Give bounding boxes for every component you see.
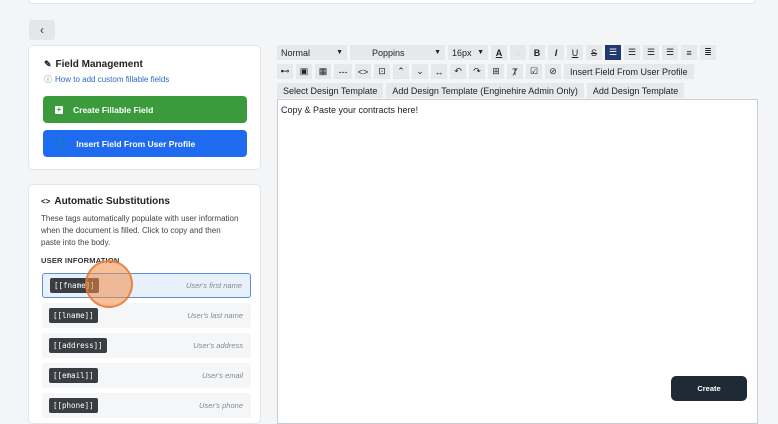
- tag-row-email[interactable]: [[email]] User's email: [42, 363, 251, 388]
- help-link-label: How to add custom fillable fields: [55, 75, 170, 84]
- chevron-left-icon: ‹: [40, 23, 44, 37]
- fullscreen-icon[interactable]: ⊡: [374, 64, 390, 79]
- tag-hint: User's address: [193, 341, 243, 350]
- superscript-icon[interactable]: ⌃: [393, 64, 409, 79]
- subscript-icon[interactable]: ⌄: [412, 64, 428, 79]
- numbered-list-icon[interactable]: ≣: [700, 45, 716, 60]
- remove-icon[interactable]: ⊘: [545, 64, 561, 79]
- tag-row-address[interactable]: [[address]] User's address: [42, 333, 251, 358]
- bold-icon[interactable]: B: [529, 45, 545, 60]
- table-icon[interactable]: ▦: [315, 64, 331, 79]
- field-management-title: Field Management: [55, 59, 143, 70]
- help-circle-icon: ⓘ: [44, 75, 52, 84]
- insert-field-label: Insert Field From User Profile: [76, 138, 196, 149]
- top-bar: [28, 0, 756, 4]
- image-icon[interactable]: ▣: [296, 64, 312, 79]
- user-icon: 👤: [55, 138, 67, 148]
- block-format-select[interactable]: Normal ▼: [277, 45, 347, 60]
- clear-format-icon[interactable]: Ⱦ: [507, 64, 523, 79]
- font-size-select[interactable]: 16px ▼: [448, 45, 488, 60]
- insert-field-from-profile-menu[interactable]: Insert Field From User Profile: [564, 64, 694, 79]
- horizontal-rule-icon[interactable]: ---: [334, 64, 352, 79]
- tag-code: [[lname]]: [49, 308, 98, 323]
- create-fillable-field-button[interactable]: + Create Fillable Field: [43, 96, 247, 123]
- line-height-icon[interactable]: ↔: [431, 64, 447, 79]
- code-view-icon[interactable]: <>: [355, 64, 371, 79]
- editor-toolbar: Normal ▼ Poppins ▼ 16px ▼ A ◌ B I U S ☰ …: [277, 44, 757, 101]
- substitutions-title: Automatic Substitutions: [54, 196, 170, 207]
- highlight-icon[interactable]: ◌: [510, 45, 526, 60]
- caret-down-icon: ▼: [434, 49, 441, 56]
- substitutions-header: <> Automatic Substitutions: [41, 196, 241, 207]
- create-fillable-field-label: Create Fillable Field: [73, 104, 154, 115]
- tag-hint: User's first name: [185, 281, 242, 290]
- editor-body-text: Copy & Paste your contracts here!: [281, 105, 419, 115]
- undo-icon[interactable]: ↶: [450, 64, 466, 79]
- automatic-substitutions-card: <> Automatic Substitutions These tags au…: [28, 184, 261, 424]
- italic-icon[interactable]: I: [548, 45, 564, 60]
- select-all-icon[interactable]: ⊞: [488, 64, 504, 79]
- tag-hint: User's last name: [187, 311, 243, 320]
- align-right-icon[interactable]: ☰: [643, 45, 659, 60]
- font-family-select[interactable]: Poppins ▼: [350, 45, 445, 60]
- create-button[interactable]: Create: [671, 376, 747, 401]
- substitutions-description: These tags automatically populate with u…: [41, 214, 239, 247]
- select-design-template-button[interactable]: Select Design Template: [277, 83, 384, 98]
- caret-down-icon: ▼: [336, 49, 343, 56]
- font-size-value: 16px: [452, 47, 472, 58]
- help-link[interactable]: ⓘ How to add custom fillable fields: [44, 74, 169, 85]
- tag-row-phone[interactable]: [[phone]] User's phone: [42, 393, 251, 418]
- insert-field-from-profile-button[interactable]: 👤 Insert Field From User Profile: [43, 130, 247, 157]
- plus-square-icon: +: [55, 104, 63, 114]
- underline-icon[interactable]: U: [567, 45, 583, 60]
- tag-hint: User's phone: [199, 401, 243, 410]
- font-family-value: Poppins: [372, 47, 405, 58]
- tag-row-lname[interactable]: [[lname]] User's last name: [42, 303, 251, 328]
- tag-hint: User's email: [201, 371, 243, 380]
- code-icon: <>: [41, 197, 51, 206]
- field-management-card: ✎ Field Management ⓘ How to add custom f…: [28, 45, 261, 170]
- add-design-template-button[interactable]: Add Design Template: [586, 83, 685, 98]
- align-center-icon[interactable]: ☰: [624, 45, 640, 60]
- bullet-list-icon[interactable]: ≡: [681, 45, 697, 60]
- user-information-label: USER INFORMATION: [41, 256, 120, 265]
- align-left-icon[interactable]: ☰: [605, 45, 621, 60]
- caret-down-icon: ▼: [477, 49, 484, 56]
- back-button[interactable]: ‹: [29, 20, 55, 40]
- tag-code: [[phone]]: [49, 398, 98, 413]
- link-icon[interactable]: ⊷: [277, 64, 293, 79]
- toolbar-row-1: Normal ▼ Poppins ▼ 16px ▼ A ◌ B I U S ☰ …: [277, 44, 757, 61]
- add-design-template-admin-button[interactable]: Add Design Template (Enginehire Admin On…: [386, 83, 584, 98]
- tag-row-fname[interactable]: [[fname]] User's first name: [42, 273, 251, 298]
- strikethrough-icon[interactable]: S: [586, 45, 602, 60]
- toolbar-row-3: Select Design Template Add Design Templa…: [277, 82, 757, 99]
- redo-icon[interactable]: ↷: [469, 64, 485, 79]
- font-color-icon[interactable]: A: [491, 45, 507, 60]
- tag-code: [[address]]: [49, 338, 107, 353]
- field-management-header: ✎ Field Management: [44, 59, 169, 70]
- tag-code: [[email]]: [49, 368, 98, 383]
- tag-code: [[fname]]: [50, 278, 99, 293]
- pencil-icon: ✎: [44, 59, 52, 69]
- align-justify-icon[interactable]: ☰: [662, 45, 678, 60]
- toolbar-row-2: ⊷ ▣ ▦ --- <> ⊡ ⌃ ⌄ ↔ ↶ ↷ ⊞ Ⱦ ☑ ⊘ Insert …: [277, 63, 757, 80]
- checklist-icon[interactable]: ☑: [526, 64, 542, 79]
- block-format-value: Normal: [281, 47, 311, 58]
